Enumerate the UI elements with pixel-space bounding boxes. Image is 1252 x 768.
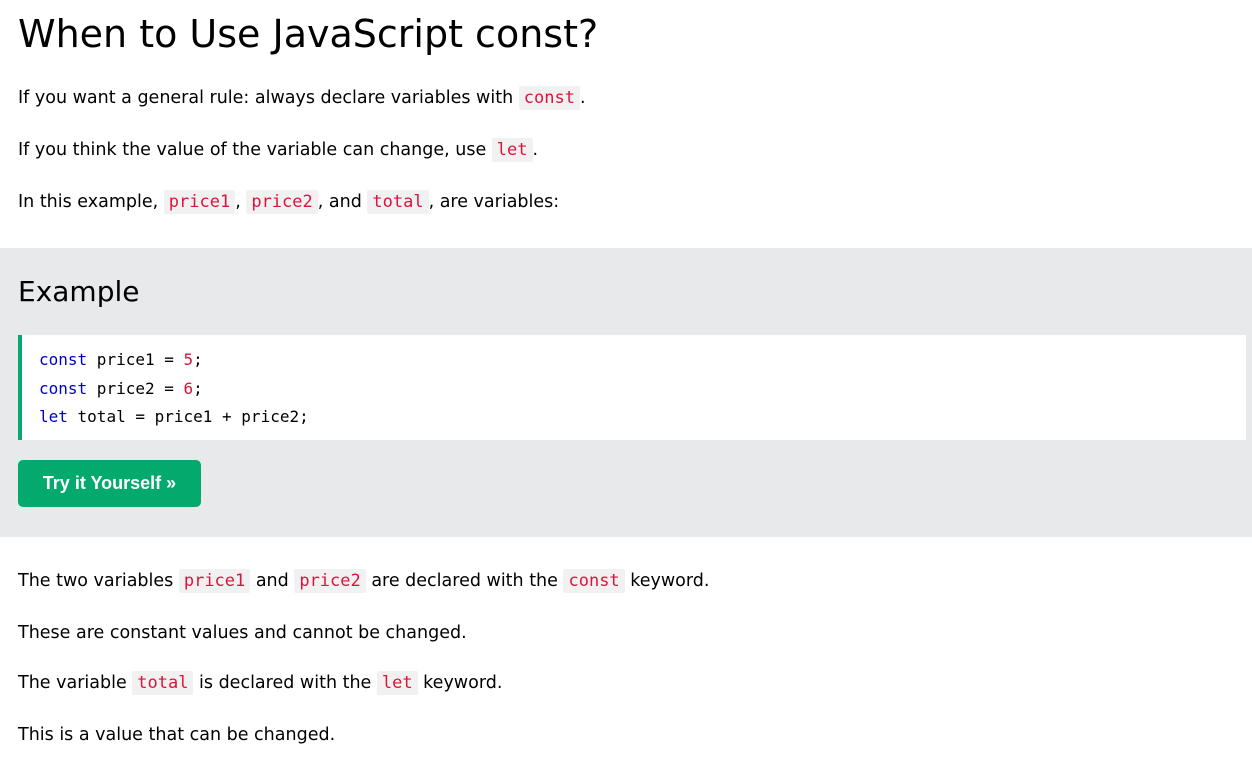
- outro-paragraph-1: The two variables price1 and price2 are …: [18, 568, 709, 594]
- code-text: ;: [193, 350, 203, 369]
- inline-code-price1: price1: [163, 190, 236, 214]
- intro-p3-end: , are variables:: [428, 192, 560, 212]
- outro-p1-t1: The two variables: [18, 571, 179, 591]
- inline-code-const: const: [518, 86, 580, 110]
- inline-code-const: const: [563, 569, 625, 593]
- outro-p1-t3: are declared with the: [365, 571, 564, 591]
- code-keyword: const: [39, 350, 88, 369]
- code-text: ;: [193, 378, 203, 398]
- inline-code-price2: price2: [294, 569, 366, 593]
- intro-p1-end: .: [579, 88, 586, 108]
- code-line-2: const price2 = 6;: [39, 375, 309, 404]
- try-it-yourself-button[interactable]: Try it Yourself »: [18, 460, 201, 507]
- outro-p3-t2: is declared with the: [193, 673, 377, 693]
- outro-p3-t1: The variable: [18, 673, 133, 693]
- inline-code-let: let: [491, 138, 533, 162]
- code-number: 6: [183, 378, 194, 398]
- code-text: price1 =: [87, 350, 184, 369]
- code-line-1: const price1 = 5;: [39, 346, 309, 375]
- example-title: Example: [18, 275, 140, 308]
- outro-p1-t4: keyword.: [624, 571, 710, 591]
- code-line-3: let total = price1 + price2;: [39, 403, 309, 432]
- intro-p3-sep2: , and: [317, 192, 368, 212]
- intro-p2-end: .: [532, 140, 539, 160]
- intro-p2-text: If you think the value of the variable c…: [18, 140, 492, 160]
- outro-paragraph-3: The variable total is declared with the …: [18, 670, 502, 696]
- inline-code-total: total: [367, 190, 429, 214]
- intro-p3-text: In this example,: [18, 192, 164, 212]
- outro-p3-t3: keyword.: [417, 673, 503, 693]
- code-text: price2 =: [87, 378, 184, 398]
- inline-code-price1: price1: [178, 569, 251, 593]
- code-keyword: const: [39, 378, 88, 398]
- intro-p1-text: If you want a general rule: always decla…: [18, 88, 519, 108]
- inline-code-total: total: [132, 671, 194, 695]
- inline-code-price2: price2: [246, 190, 318, 214]
- page: When to Use JavaScript const? If you wan…: [0, 0, 1252, 768]
- code-number: 5: [183, 350, 194, 369]
- code-lines: const price1 = 5; const price2 = 6; let to…: [39, 346, 309, 432]
- code-block: const price1 = 5; const price2 = 6; let to…: [18, 335, 1246, 440]
- outro-paragraph-2: These are constant values and cannot be …: [18, 623, 467, 643]
- intro-paragraph-3: In this example, price1, price2, and tot…: [18, 189, 559, 215]
- inline-code-let: let: [376, 671, 418, 695]
- intro-paragraph-2: If you think the value of the variable c…: [18, 137, 538, 163]
- intro-p3-sep1: ,: [235, 192, 247, 212]
- outro-paragraph-4: This is a value that can be changed.: [18, 725, 336, 745]
- code-keyword: let: [39, 407, 68, 426]
- intro-paragraph-1: If you want a general rule: always decla…: [18, 85, 586, 111]
- outro-p1-t2: and: [250, 571, 295, 591]
- page-title: When to Use JavaScript const?: [18, 12, 599, 56]
- code-text: total = price1 + price2;: [67, 407, 309, 426]
